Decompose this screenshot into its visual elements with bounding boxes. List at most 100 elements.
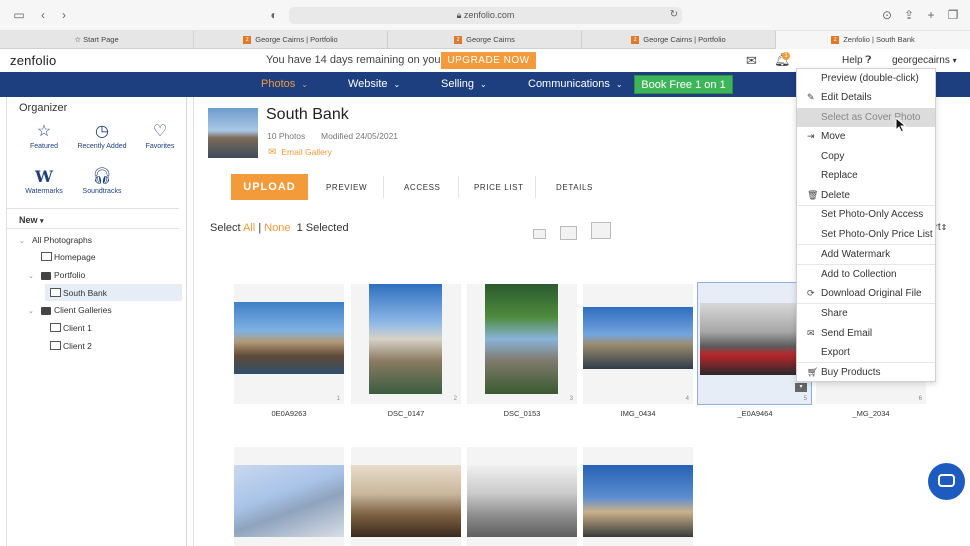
- new-menu[interactable]: New ▾: [19, 215, 44, 225]
- user-menu[interactable]: georgecairns ▾: [892, 55, 957, 66]
- collapse-icon[interactable]: ⌄: [19, 237, 25, 245]
- tree-client-galleries[interactable]: Client Galleries: [41, 305, 112, 315]
- organizer-recently-added[interactable]: ◷ Recently Added: [77, 123, 127, 150]
- medium-thumbnails-icon[interactable]: [560, 226, 577, 240]
- forward-icon[interactable]: ›: [57, 8, 71, 22]
- photo-cell[interactable]: [583, 447, 693, 546]
- photo-cell[interactable]: 1: [234, 284, 344, 404]
- reload-icon[interactable]: ↻: [667, 8, 681, 22]
- share-icon[interactable]: ⇪: [902, 8, 916, 22]
- menu-export[interactable]: Export: [797, 343, 935, 362]
- tab-portfolio-1[interactable]: z George Cairns | Portfolio: [194, 31, 388, 49]
- photo-thumbnail[interactable]: [467, 465, 577, 537]
- bookmark-icon: ☆: [74, 35, 84, 44]
- photo-cell[interactable]: 4: [583, 284, 693, 404]
- tree-homepage[interactable]: Homepage: [41, 252, 96, 262]
- tab-start-page[interactable]: ☆ Start Page: [0, 31, 194, 49]
- organizer-favorites[interactable]: ♡ Favorites: [135, 123, 185, 150]
- nav-label: Website: [348, 78, 388, 90]
- chevron-down-icon: ⌄: [393, 80, 401, 89]
- sidebar-panel: Organizer ☆ Featured ◷ Recently Added ♡ …: [6, 97, 187, 546]
- photo-context-menu: Preview (double-click) ✎ Edit Details Sel…: [796, 68, 936, 382]
- photo-thumbnail[interactable]: [485, 284, 558, 394]
- tree-client-2[interactable]: Client 2: [50, 341, 92, 351]
- sidebar-toggle-icon[interactable]: ▭: [12, 8, 26, 22]
- menu-replace[interactable]: Replace: [797, 166, 935, 185]
- tab-separator: [535, 176, 536, 198]
- nav-communications[interactable]: Communications ⌄: [528, 72, 623, 97]
- photo-thumbnail[interactable]: [234, 465, 344, 537]
- small-thumbnails-icon[interactable]: [533, 229, 546, 239]
- download-icon: ⟳: [807, 288, 815, 298]
- nav-selling[interactable]: Selling ⌄: [441, 72, 487, 97]
- menu-preview[interactable]: Preview (double-click): [797, 69, 935, 88]
- tree-south-bank[interactable]: South Bank: [50, 288, 107, 298]
- menu-copy[interactable]: Copy: [797, 147, 935, 166]
- photo-cell[interactable]: [467, 447, 577, 546]
- download-icon[interactable]: ⊙: [880, 8, 894, 22]
- mail-icon[interactable]: ✉: [746, 53, 757, 69]
- tab-details[interactable]: DETAILS: [556, 183, 593, 192]
- photo-thumbnail[interactable]: [234, 302, 344, 374]
- tab-portfolio-2[interactable]: z George Cairns | Portfolio: [582, 31, 776, 49]
- zenfolio-logo[interactable]: zenfolio: [10, 53, 56, 68]
- menu-add-watermark[interactable]: Add Watermark: [797, 245, 935, 264]
- tree-all-photographs[interactable]: All Photographs: [32, 235, 92, 245]
- tree-label: All Photographs: [32, 235, 93, 245]
- photo-thumbnail[interactable]: [583, 465, 693, 537]
- organizer-featured[interactable]: ☆ Featured: [19, 123, 69, 150]
- collapse-icon[interactable]: ⌄: [28, 307, 34, 315]
- photo-cell[interactable]: [234, 447, 344, 546]
- chat-widget-button[interactable]: [928, 463, 965, 500]
- browser-toolbar: ▭ ‹ › ◐ 🔒︎ zenfolio.com ↻ ⊙ ⇪ + ❐: [0, 0, 970, 31]
- collapse-icon[interactable]: ⌄: [28, 272, 34, 280]
- menu-select-as-cover[interactable]: Select as Cover Photo: [797, 108, 935, 127]
- tab-preview[interactable]: PREVIEW: [326, 183, 367, 192]
- photo-thumbnail[interactable]: [369, 284, 442, 394]
- new-tab-icon[interactable]: +: [924, 8, 938, 22]
- gallery-cover-thumbnail[interactable]: [208, 108, 258, 158]
- photo-cell[interactable]: [351, 447, 461, 546]
- tree-portfolio[interactable]: Portfolio: [41, 270, 85, 280]
- back-icon[interactable]: ‹: [36, 8, 50, 22]
- menu-set-photo-only-price-list[interactable]: Set Photo-Only Price List: [797, 225, 935, 244]
- upload-button[interactable]: UPLOAD: [231, 174, 308, 200]
- tab-access[interactable]: ACCESS: [404, 183, 441, 192]
- nav-photos[interactable]: Photos ⌄: [261, 72, 308, 97]
- photo-cell[interactable]: 2: [351, 284, 461, 404]
- menu-buy-products[interactable]: 🛒︎ Buy Products: [797, 363, 935, 382]
- menu-add-to-collection[interactable]: Add to Collection: [797, 265, 935, 284]
- menu-download-original[interactable]: ⟳ Download Original File: [797, 284, 935, 303]
- photo-cell-selected[interactable]: ▾ 5: [697, 282, 812, 405]
- upgrade-now-button[interactable]: UPGRADE NOW: [441, 52, 536, 69]
- folder-icon: [41, 306, 51, 315]
- tab-overview-icon[interactable]: ❐: [946, 8, 960, 22]
- photo-thumbnail[interactable]: [351, 465, 461, 537]
- shield-icon[interactable]: ◐: [267, 8, 281, 22]
- menu-send-email[interactable]: ✉ Send Email: [797, 324, 935, 343]
- email-gallery-link[interactable]: ✉ Email Gallery: [268, 147, 332, 158]
- zenfolio-favicon-icon: z: [454, 36, 463, 45]
- address-bar[interactable]: 🔒︎ zenfolio.com: [289, 7, 682, 24]
- photo-options-icon[interactable]: ▾: [795, 383, 807, 392]
- tab-south-bank[interactable]: z Zenfolio | South Bank: [776, 31, 970, 49]
- select-all-link[interactable]: All: [243, 222, 255, 234]
- select-none-link[interactable]: None: [264, 222, 290, 234]
- organizer-soundtracks[interactable]: 🎧︎ Soundtracks: [77, 168, 127, 195]
- menu-move[interactable]: ⇥ Move: [797, 127, 935, 146]
- photo-cell[interactable]: 3: [467, 284, 577, 404]
- book-help-button[interactable]: Book Free 1 on 1 Help: [634, 75, 733, 110]
- menu-set-photo-only-access[interactable]: Set Photo-Only Access: [797, 205, 935, 224]
- tree-client-1[interactable]: Client 1: [50, 323, 92, 333]
- organizer-watermarks[interactable]: W Watermarks: [19, 168, 69, 196]
- photo-thumbnail[interactable]: [700, 303, 810, 375]
- menu-delete[interactable]: 🗑︎ Delete: [797, 186, 935, 205]
- menu-share[interactable]: Share: [797, 304, 935, 323]
- photo-thumbnail[interactable]: [583, 307, 693, 369]
- large-thumbnails-icon[interactable]: [591, 222, 611, 239]
- menu-edit-details[interactable]: ✎ Edit Details: [797, 88, 935, 107]
- nav-website[interactable]: Website ⌄: [348, 72, 400, 97]
- tab-george-cairns[interactable]: z George Cairns: [388, 31, 582, 49]
- tab-price-list[interactable]: PRICE LIST: [474, 183, 524, 192]
- help-menu[interactable]: Help ❓︎: [842, 55, 871, 66]
